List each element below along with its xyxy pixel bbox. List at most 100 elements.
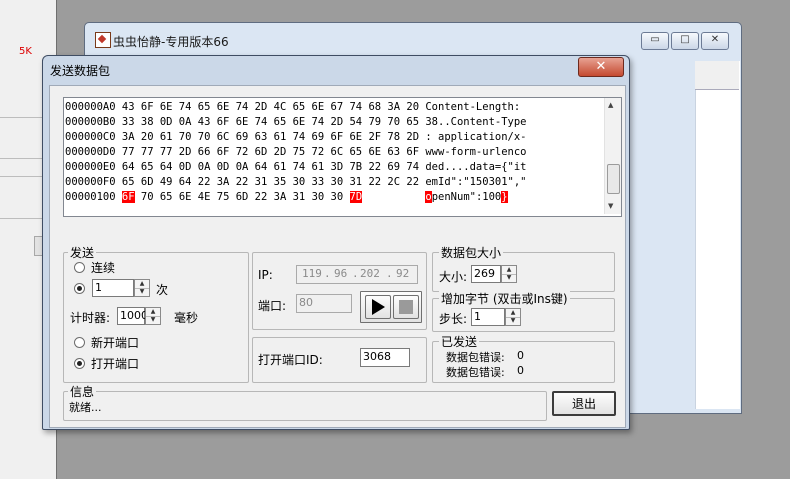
- size-label: 大小:: [439, 270, 468, 284]
- open-port-radio[interactable]: [74, 358, 85, 369]
- ip-octet: 119: [302, 267, 322, 280]
- packet-errors-value: 0: [517, 364, 524, 377]
- new-port-radio[interactable]: [74, 337, 85, 348]
- dialog-title: 发送数据包: [50, 64, 111, 78]
- main-window-content: [695, 61, 740, 409]
- hex-address: 000000F0: [65, 176, 116, 188]
- stepper-down-icon[interactable]: ▼: [502, 274, 516, 282]
- open-port-id-label: 打开端口ID:: [258, 353, 323, 367]
- stop-icon: [399, 300, 413, 314]
- step-label: 步长:: [439, 312, 468, 326]
- hex-row: 000000D0 77 77 77 2D 66 6F 72 6D 2D 75 7…: [65, 145, 527, 160]
- ip-dot: .: [352, 267, 359, 280]
- timer-input[interactable]: 1000: [117, 307, 148, 325]
- hex-ascii: Content-Length:: [425, 101, 527, 113]
- packet-errors-label: 数据包错误:: [446, 351, 505, 364]
- stepper-down-icon[interactable]: ▼: [135, 288, 149, 296]
- continuous-label: 连续: [91, 261, 116, 275]
- ip-dot: .: [324, 267, 331, 280]
- status-text: 就绪...: [69, 401, 102, 414]
- app-icon: [95, 32, 111, 48]
- ip-octet: 92: [396, 267, 410, 280]
- dialog-close-button[interactable]: ✕: [578, 57, 624, 77]
- continuous-radio[interactable]: [74, 262, 85, 273]
- stepper-down-icon[interactable]: ▼: [506, 317, 520, 325]
- play-icon: [372, 299, 385, 315]
- new-port-label: 新开端口: [91, 336, 140, 350]
- timer-label: 计时器:: [70, 311, 111, 325]
- timer-unit: 毫秒: [174, 311, 199, 325]
- hex-view[interactable]: 000000A0 43 6F 6E 74 65 6E 74 2D 4C 65 6…: [63, 97, 622, 217]
- packet-errors-value: 0: [517, 349, 524, 362]
- stop-button[interactable]: [393, 295, 419, 319]
- hex-bytes: 33 38 0D 0A 43 6F 6E 74 65 6E 74 2D 54 7…: [121, 116, 420, 128]
- size-stepper[interactable]: ▲ ▼: [501, 265, 517, 283]
- count-radio[interactable]: [74, 283, 85, 294]
- stepper-down-icon[interactable]: ▼: [146, 316, 160, 324]
- hex-ascii: : application/x-: [425, 131, 527, 143]
- scroll-thumb[interactable]: [607, 164, 620, 194]
- hex-bytes: 43 6F 6E 74 65 6E 74 2D 4C 65 6E 67 74 6…: [121, 101, 420, 113]
- hex-bytes: 70 65 6E 4E 75 6D 22 3A 31 30 30: [140, 191, 344, 203]
- hex-row-last: 00000100 6F 70 65 6E 4E 75 6D 22 3A 31 3…: [65, 190, 508, 205]
- info-group: [63, 391, 547, 421]
- hex-bytes: 77 77 77 2D 66 6F 72 6D 2D 75 72 6C 65 6…: [121, 146, 420, 158]
- ip-address-field[interactable]: 119 . 96 . 202 . 92: [296, 265, 418, 284]
- hex-address: 000000C0: [65, 131, 116, 143]
- hex-selected-byte[interactable]: 6F: [121, 191, 135, 203]
- size-input[interactable]: 269: [471, 265, 501, 283]
- add-bytes-label: 增加字节 (双击或Ins键): [439, 290, 570, 307]
- hex-scrollbar[interactable]: ▲ ▼: [604, 98, 621, 214]
- hex-bytes: 3A 20 61 70 70 6C 69 63 61 74 69 6F 6E 2…: [121, 131, 420, 143]
- minimize-button[interactable]: ▭: [641, 32, 669, 50]
- count-stepper[interactable]: ▲ ▼: [134, 279, 150, 297]
- scroll-up-icon[interactable]: ▲: [608, 101, 613, 109]
- hex-bytes: 65 6D 49 64 22 3A 22 31 35 30 33 30 31 2…: [121, 176, 420, 188]
- ip-dot: .: [386, 267, 393, 280]
- hex-address: 000000A0: [65, 101, 116, 113]
- hex-row: 000000B0 33 38 0D 0A 43 6F 6E 74 65 6E 7…: [65, 115, 527, 130]
- open-port-label: 打开端口: [91, 357, 140, 371]
- hex-selected-byte[interactable]: 7D: [349, 191, 363, 203]
- count-unit: 次: [156, 283, 169, 297]
- open-port-id-input[interactable]: 3068: [360, 348, 410, 367]
- dialog-body: 000000A0 43 6F 6E 74 65 6E 74 2D 4C 65 6…: [49, 85, 626, 428]
- send-packet-dialog: 发送数据包 ✕ 000000A0 43 6F 6E 74 65 6E 74 2D…: [42, 55, 630, 430]
- hex-selected-char[interactable]: }: [501, 191, 508, 203]
- playback-controls: [360, 291, 422, 323]
- background-badge: 5K: [19, 46, 32, 57]
- port-input[interactable]: 80: [296, 294, 352, 313]
- hex-ascii: ded....data={"it: [425, 161, 527, 173]
- maximize-button[interactable]: □: [671, 32, 699, 50]
- hex-row: 000000C0 3A 20 61 70 70 6C 69 63 61 74 6…: [65, 130, 527, 145]
- scroll-down-icon[interactable]: ▼: [608, 202, 613, 210]
- port-label: 端口:: [258, 299, 287, 313]
- hex-address: 000000E0: [65, 161, 116, 173]
- hex-ascii: www-form-urlenco: [425, 146, 527, 158]
- timer-stepper[interactable]: ▲ ▼: [145, 307, 161, 325]
- hex-ascii: emId":"150301",": [425, 176, 527, 188]
- hex-address: 000000D0: [65, 146, 116, 158]
- exit-button[interactable]: 退出: [552, 391, 616, 416]
- main-window-toolbar: [695, 61, 739, 90]
- packet-size-label: 数据包大小: [439, 244, 504, 261]
- main-window-title: 虫虫怡静-专用版本66: [113, 35, 229, 49]
- hex-address: 000000B0: [65, 116, 116, 128]
- ip-octet: 202: [360, 267, 380, 280]
- step-input[interactable]: 1: [471, 308, 505, 326]
- info-group-label: 信息: [68, 383, 97, 400]
- packet-errors-label: 数据包错误:: [446, 366, 505, 379]
- sent-group-label: 已发送: [439, 333, 480, 350]
- count-input[interactable]: 1: [92, 279, 134, 297]
- hex-ascii: 38..Content-Type: [425, 116, 527, 128]
- play-button[interactable]: [365, 295, 391, 319]
- hex-bytes: 64 65 64 0D 0A 0D 0A 64 61 74 61 3D 7B 2…: [121, 161, 420, 173]
- hex-address: 00000100: [65, 191, 116, 203]
- hex-ascii: penNum":100: [431, 191, 502, 203]
- main-close-button[interactable]: ✕: [701, 32, 729, 50]
- step-stepper[interactable]: ▲ ▼: [505, 308, 521, 326]
- hex-row: 000000A0 43 6F 6E 74 65 6E 74 2D 4C 65 6…: [65, 100, 527, 115]
- ip-label: IP:: [258, 268, 273, 282]
- ip-octet: 96: [334, 267, 348, 280]
- hex-row: 000000E0 64 65 64 0D 0A 0D 0A 64 61 74 6…: [65, 160, 527, 175]
